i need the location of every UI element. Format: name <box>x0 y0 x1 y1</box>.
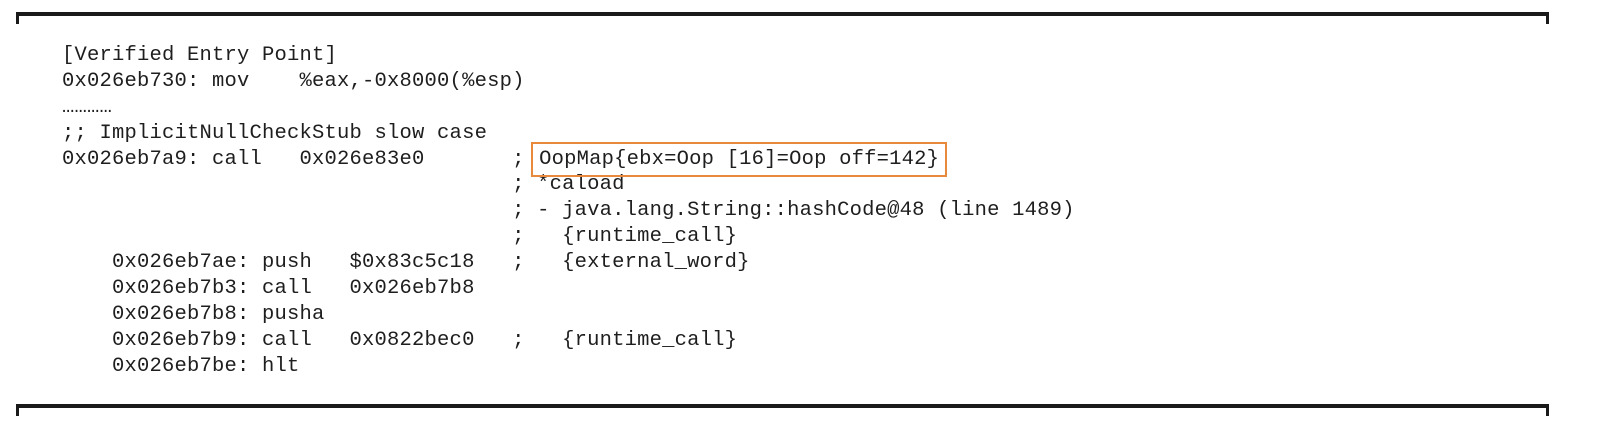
code-line-9: 0x026eb7ae: push $0x83c5c18 ; {external_… <box>62 251 750 275</box>
code-line-5: 0x026eb7a9: call 0x026e83e0 ; OopMap{ebx… <box>62 141 1075 177</box>
code-line-6: ; *caload <box>62 173 625 197</box>
code-line-1: [Verified Entry Point] <box>62 44 338 67</box>
code-line-13: 0x026eb7be: hlt <box>62 354 300 378</box>
top-rule-bar <box>18 12 1547 16</box>
code-line-7: ; - java.lang.String::hashCode@48 (line … <box>62 199 1075 223</box>
bottom-rule-bar <box>18 404 1547 408</box>
code-line-4: ;; ImplicitNullCheckStub slow case <box>62 121 488 145</box>
code-line-10: 0x026eb7b3: call 0x026eb7b8 <box>62 277 475 301</box>
bottom-rule <box>16 404 1549 426</box>
oopmap-highlight: OopMap{ebx=Oop [16]=Oop off=142} <box>531 141 948 177</box>
code-line-11: 0x026eb7b8: pusha <box>62 302 325 326</box>
code-line-12: 0x026eb7b9: call 0x0822bec0 ; {runtime_c… <box>62 328 738 352</box>
bottom-rule-right-cap <box>1546 404 1549 416</box>
code-line-2: 0x026eb730: mov %eax,-0x8000(%esp) <box>62 69 525 93</box>
assembly-listing: [Verified Entry Point] 0x026eb730: mov %e… <box>62 43 1075 380</box>
top-rule-right-cap <box>1546 12 1549 24</box>
code-line-5-text: 0x026eb7a9: call 0x026e83e0 ; <box>62 147 538 171</box>
top-rule <box>16 12 1549 34</box>
code-line-8: ; {runtime_call} <box>62 225 738 249</box>
code-line-3: ………… <box>62 95 113 119</box>
